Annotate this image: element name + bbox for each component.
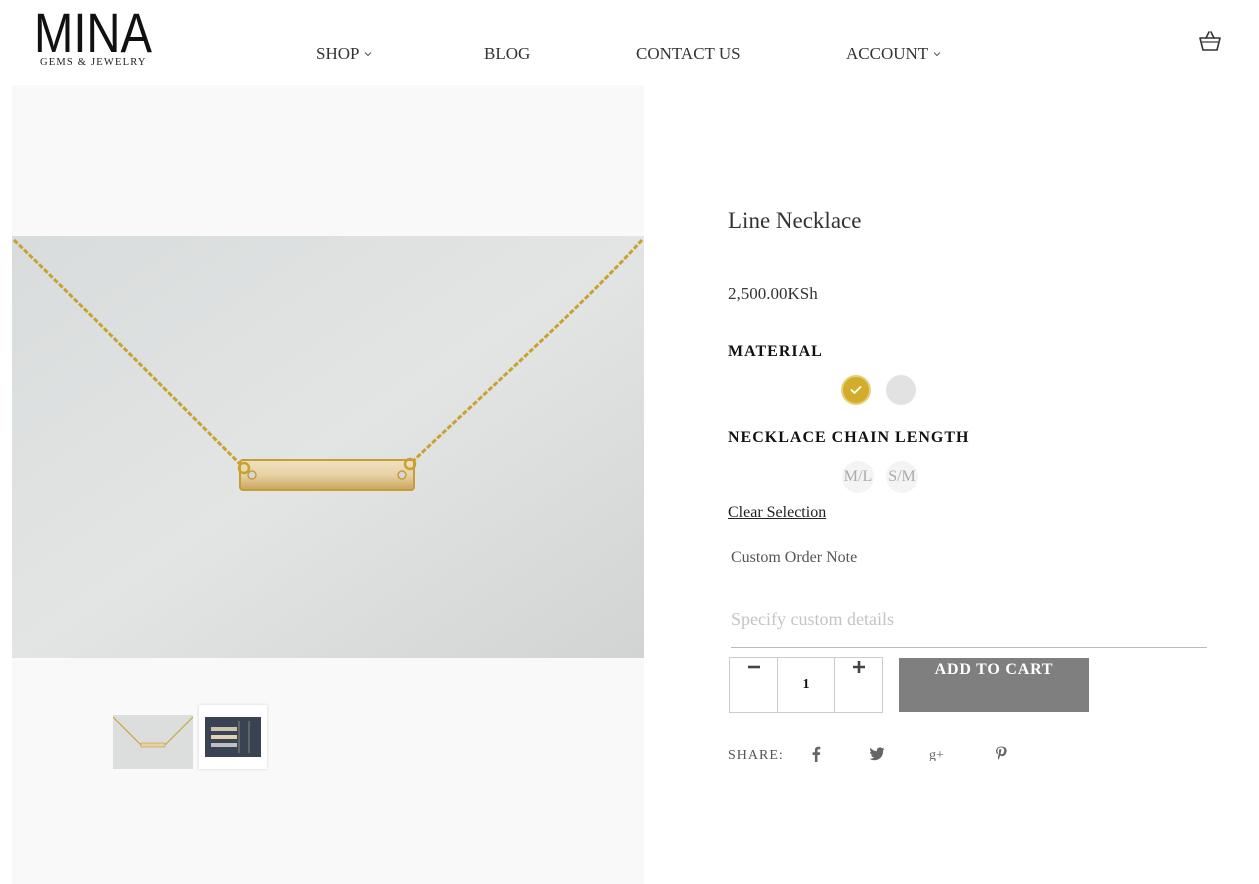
clear-selection-link[interactable]: Clear Selection [728, 504, 826, 522]
quantity-decrease-button[interactable] [730, 658, 777, 712]
nav-blog-label: BLOG [484, 44, 531, 63]
main-nav: SHOP BLOG CONTACT US ACCOUNT [0, 44, 1259, 68]
nav-blog[interactable]: BLOG [484, 44, 530, 64]
facebook-icon[interactable] [806, 744, 826, 764]
add-to-cart-button[interactable]: ADD TO CART [899, 658, 1089, 712]
thumbnail-1[interactable] [113, 705, 193, 769]
custom-note-input[interactable] [731, 592, 1207, 648]
quantity-increase-button[interactable] [835, 658, 882, 712]
custom-note-label: Custom Order Note [731, 549, 858, 566]
nav-shop[interactable]: SHOP [316, 44, 372, 64]
thumbnail-2-image [205, 717, 261, 757]
chain-length-label: NECKLACE CHAIN LENGTH [728, 429, 970, 446]
svg-text:g+: g+ [929, 748, 944, 761]
thumbnail-1-image [113, 715, 193, 769]
minus-icon [747, 665, 760, 669]
twitter-icon[interactable] [867, 744, 887, 764]
product-price: 2,500.00KSh [728, 284, 818, 303]
quantity-value[interactable]: 1 [777, 658, 835, 712]
share-label: SHARE: [728, 748, 784, 763]
quantity-stepper: 1 [729, 657, 883, 713]
chain-length-option-sm[interactable]: S/M [886, 461, 918, 493]
product-gallery [12, 85, 644, 884]
nav-shop-label: SHOP [316, 44, 360, 63]
material-swatch-silver[interactable] [886, 375, 916, 405]
nav-account-label: ACCOUNT [846, 44, 929, 63]
basket-icon[interactable] [1198, 30, 1222, 52]
material-swatch-gold[interactable] [841, 375, 871, 405]
necklace-photo [12, 236, 644, 658]
product-title: Line Necklace [728, 208, 862, 233]
nav-account[interactable]: ACCOUNT [846, 44, 941, 64]
thumbnail-2[interactable] [199, 705, 267, 769]
chevron-down-icon [365, 52, 372, 57]
google-plus-icon[interactable]: g+ [928, 744, 948, 764]
check-icon [850, 386, 862, 394]
chain-length-option-ml[interactable]: M/L [842, 461, 874, 493]
chevron-down-icon [933, 52, 941, 57]
material-label: MATERIAL [728, 343, 823, 360]
plus-icon [852, 661, 865, 673]
pinterest-icon[interactable] [991, 744, 1011, 764]
thumbnail-strip [113, 705, 267, 775]
nav-contact-label: CONTACT US [636, 44, 741, 63]
main-product-image[interactable] [12, 236, 644, 658]
nav-contact[interactable]: CONTACT US [636, 44, 741, 64]
